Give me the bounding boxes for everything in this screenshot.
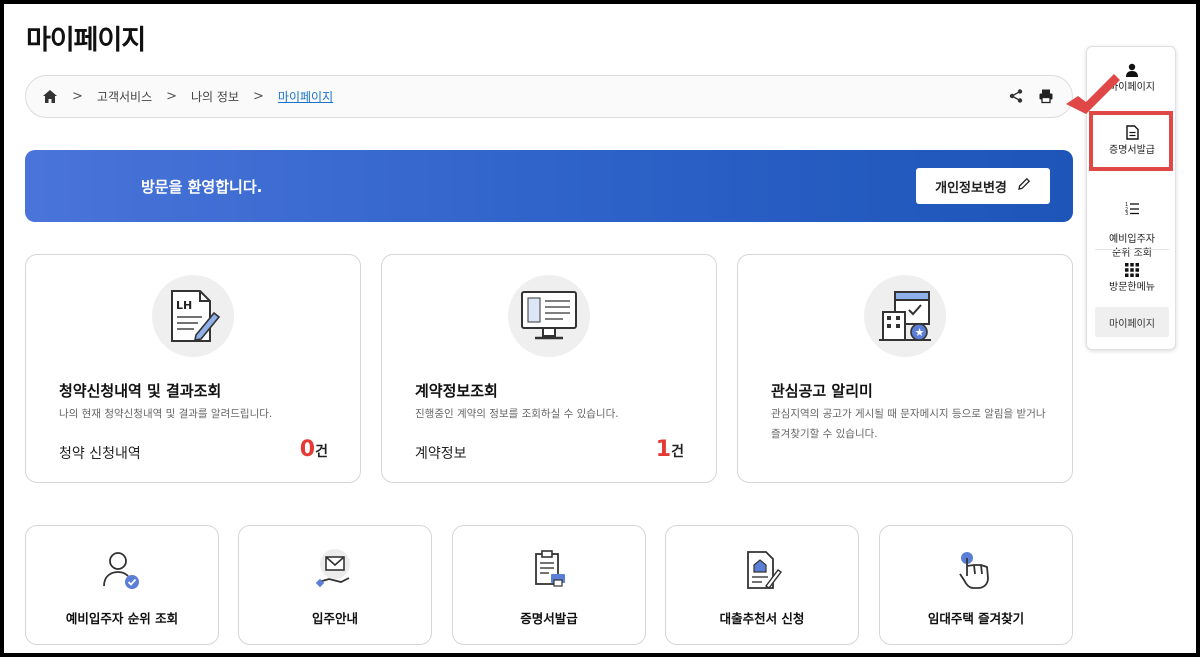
- edit-profile-button[interactable]: 개인정보변경: [916, 168, 1050, 204]
- count-number: 1: [655, 437, 672, 462]
- quick-menu-label: 방문한메뉴: [1109, 282, 1155, 293]
- card-title: 청약신청내역 및 결과조회: [59, 382, 222, 400]
- document-pen-icon: LH: [152, 275, 234, 357]
- count-number: 0: [299, 437, 316, 462]
- card-contract[interactable]: 계약정보조회 진행중인 계약의 정보를 조회하실 수 있습니다. 계약정보 1건: [381, 254, 717, 483]
- share-icon[interactable]: [1008, 88, 1024, 107]
- card-subscription[interactable]: LH 청약신청내역 및 결과조회 나의 현재 청약신청내역 및 결과를 알려드립…: [25, 254, 361, 483]
- mini-card-rental-favorites[interactable]: 임대주택 즐겨찾기: [879, 525, 1073, 645]
- page-title: 마이페이지: [26, 25, 146, 56]
- pointing-hand-icon: [952, 546, 1000, 594]
- mini-card-title: 증명서발급: [520, 611, 578, 626]
- card-count[interactable]: 1건: [656, 437, 684, 462]
- calendar-building-icon: ★: [864, 275, 946, 357]
- chevron-right-icon: >: [253, 89, 264, 104]
- chevron-right-icon: >: [72, 89, 83, 104]
- card-label: 계약정보: [415, 446, 467, 462]
- mini-card-title: 입주안내: [311, 611, 358, 626]
- annotation-arrow-icon: [1066, 74, 1120, 114]
- svg-text:LH: LH: [176, 299, 192, 312]
- quick-menu-visited[interactable]: 방문한메뉴: [1087, 263, 1177, 295]
- quick-menu-divider: [1095, 249, 1169, 250]
- count-unit: 건: [315, 444, 328, 460]
- card-label: 청약 신청내역: [59, 446, 141, 462]
- mini-card-waitlist-rank[interactable]: 예비입주자 순위 조회: [25, 525, 219, 645]
- card-description: 관심지역의 공고가 게시될 때 문자메시지 등으로 알림을 받거나 즐겨찾기할 …: [771, 408, 1046, 440]
- svg-text:★: ★: [915, 326, 925, 339]
- visited-menu-item[interactable]: 마이페이지: [1095, 307, 1169, 337]
- mini-card-loan-recommendation[interactable]: 대출추천서 신청: [665, 525, 859, 645]
- card-description: 나의 현재 청약신청내역 및 결과를 알려드립니다.: [59, 408, 273, 420]
- card-title: 계약정보조회: [415, 382, 498, 400]
- clipboard-printer-icon: [525, 546, 573, 594]
- edit-profile-label: 개인정보변경: [935, 180, 1007, 196]
- card-count[interactable]: 0건: [300, 437, 328, 462]
- document-house-icon: [738, 546, 786, 594]
- svg-text:3: 3: [1125, 211, 1128, 215]
- monitor-icon: [508, 275, 590, 357]
- mini-card-title: 임대주택 즐겨찾기: [927, 611, 1025, 626]
- count-unit: 건: [671, 444, 684, 460]
- envelope-hand-icon: [311, 546, 359, 594]
- mini-card-certificate[interactable]: 증명서발급: [452, 525, 646, 645]
- breadcrumb-item-my-info[interactable]: 나의 정보: [191, 88, 239, 105]
- grid-icon: [1087, 263, 1177, 277]
- breadcrumb-current[interactable]: 마이페이지: [278, 88, 333, 105]
- breadcrumb-tools: [1008, 88, 1054, 107]
- chevron-right-icon: >: [166, 89, 178, 104]
- welcome-text: 방문을 환영합니다.: [141, 178, 263, 196]
- home-icon[interactable]: [42, 89, 58, 105]
- mini-card-title: 예비입주자 순위 조회: [65, 611, 179, 626]
- quick-menu-waitlist-rank[interactable]: 123 예비입주자 순위 조회: [1087, 187, 1177, 275]
- numbered-list-icon: 123: [1087, 201, 1177, 215]
- card-notice-alert[interactable]: ★ 관심공고 알리미 관심지역의 공고가 게시될 때 문자메시지 등으로 알림을…: [737, 254, 1073, 483]
- breadcrumb: > 고객서비스 > 나의 정보 > 마이페이지: [25, 75, 1073, 118]
- print-icon[interactable]: [1038, 88, 1054, 107]
- card-title: 관심공고 알리미: [771, 382, 873, 400]
- mini-card-title: 대출추천서 신청: [719, 611, 805, 626]
- mini-card-move-in-guide[interactable]: 입주안내: [238, 525, 432, 645]
- user-check-icon: [98, 546, 146, 594]
- welcome-banner: 방문을 환영합니다. 개인정보변경: [25, 150, 1073, 222]
- breadcrumb-item-customer-service[interactable]: 고객서비스: [97, 88, 152, 105]
- pencil-icon: [1017, 177, 1031, 195]
- card-description: 진행중인 계약의 정보를 조회하실 수 있습니다.: [415, 408, 619, 420]
- highlight-box: [1089, 111, 1173, 171]
- quick-menu-label: 예비입주자 순위 조회: [1109, 234, 1155, 259]
